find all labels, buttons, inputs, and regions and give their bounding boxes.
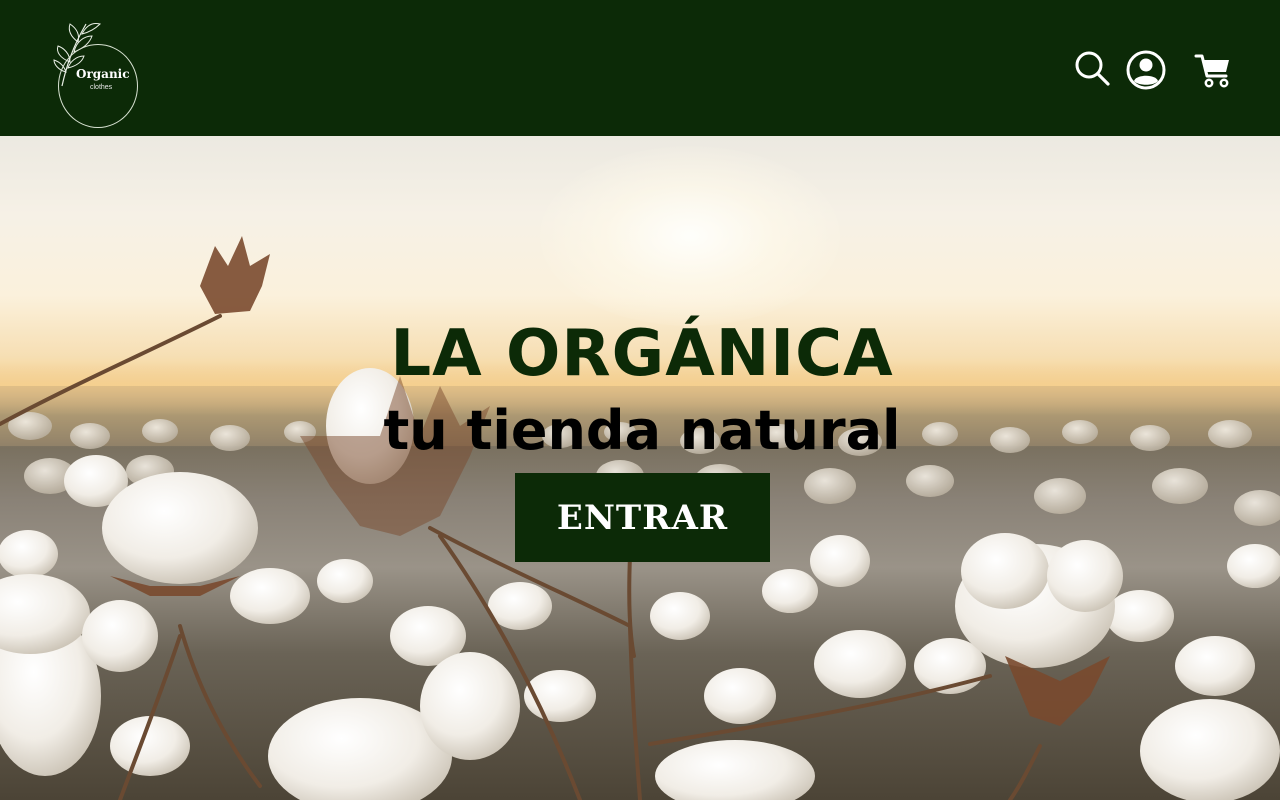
hero-title: LA ORGÁNICA	[390, 317, 894, 391]
logo-sub-text: clothes	[90, 84, 113, 91]
search-icon[interactable]	[1074, 50, 1114, 90]
enter-button[interactable]: ENTRAR	[515, 473, 770, 562]
logo-brand-text: Organic	[76, 67, 130, 81]
shopping-cart-icon[interactable]	[1194, 50, 1234, 90]
header-icons	[1074, 50, 1234, 94]
cotton-field-photo	[0, 236, 1280, 800]
hero-banner: LA ORGÁNICA tu tienda natural ENTRAR	[0, 136, 1280, 800]
user-account-icon[interactable]	[1126, 50, 1166, 90]
site-header: Organic clothes	[0, 0, 1280, 136]
hero-subtitle: tu tienda natural	[383, 399, 901, 462]
logo[interactable]: Organic clothes	[48, 16, 144, 128]
